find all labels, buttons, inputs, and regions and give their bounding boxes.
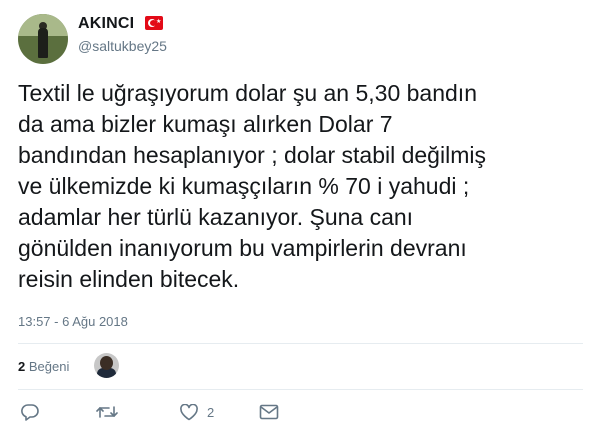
tweet-timestamp[interactable]: 13:57 - 6 Ağu 2018: [18, 314, 128, 329]
divider-bottom: [18, 389, 583, 390]
user-display-name[interactable]: AKINCI: [78, 15, 134, 33]
turkey-flag-icon: ★: [145, 16, 163, 30]
user-avatar[interactable]: [18, 14, 68, 64]
reply-icon[interactable]: [20, 403, 40, 421]
heart-icon[interactable]: [179, 404, 199, 421]
user-handle[interactable]: @saltukbey25: [78, 38, 167, 54]
likes-summary[interactable]: 2 Beğeni: [18, 359, 69, 374]
divider-top: [18, 343, 583, 344]
like-count: 2: [207, 405, 215, 420]
liker-avatar[interactable]: [94, 353, 119, 378]
envelope-icon[interactable]: [259, 404, 279, 420]
tweet-text: Textil le uğraşıyorum dolar şu an 5,30 b…: [18, 80, 486, 292]
retweet-icon[interactable]: [96, 404, 118, 420]
likes-count: 2: [18, 359, 26, 374]
likes-label: Beğeni: [28, 359, 70, 374]
